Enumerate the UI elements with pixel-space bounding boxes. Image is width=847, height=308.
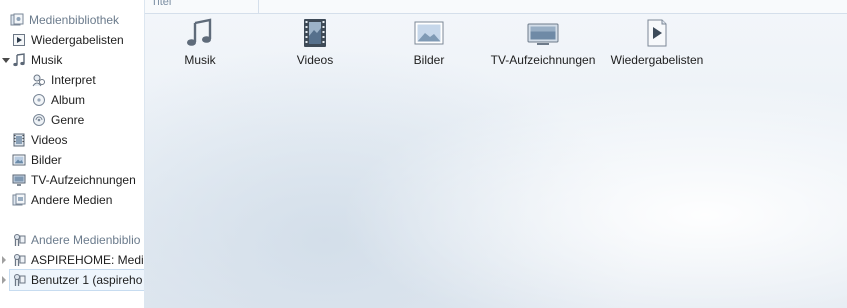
column-title[interactable]: Titel <box>151 0 171 8</box>
picture-icon <box>12 153 26 167</box>
sidebar-item-label: Bilder <box>31 153 62 167</box>
genre-icon <box>32 113 46 127</box>
sidebar-item-label: ASPIREHOME: Media <box>31 253 145 267</box>
sidebar-item-label: Wiedergabelisten <box>31 33 124 47</box>
sidebar-item-label: Genre <box>51 113 85 127</box>
tv-icon <box>12 173 26 187</box>
tile-wiedergabelisten[interactable]: Wiedergabelisten <box>597 18 717 67</box>
sidebar-item-label: Musik <box>31 53 63 67</box>
sidebar-item-tv-aufzeichnungen[interactable]: TV-Aufzeichnungen <box>12 170 136 190</box>
sidebar-item-benutzer-1[interactable]: Benutzer 1 (aspireho <box>9 269 144 291</box>
shared-library-icon <box>12 253 26 267</box>
tv-icon <box>527 18 559 48</box>
playlist-icon <box>641 18 673 48</box>
sidebar-item-label: Medienbibliothek <box>29 13 120 27</box>
sidebar-item-label: TV-Aufzeichnungen <box>31 173 136 187</box>
content-pane: Titel Musik Videos Bilder TV-Aufzeichnun… <box>145 0 847 308</box>
sidebar-item-album[interactable]: Album <box>32 90 85 110</box>
sidebar-item-medienbibliothek[interactable]: Medienbibliothek <box>10 10 119 30</box>
expand-arrow-icon[interactable] <box>2 256 6 264</box>
sidebar-item-andere-medienbibliotheken[interactable]: Andere Medienbiblio <box>12 230 140 250</box>
sidebar-item-bilder[interactable]: Bilder <box>12 150 62 170</box>
tile-label: Wiedergabelisten <box>610 53 704 67</box>
tile-label: Bilder <box>413 53 445 67</box>
sidebar-item-label: Andere Medien <box>31 193 113 207</box>
tile-label: TV-Aufzeichnungen <box>490 53 596 67</box>
expand-arrow-icon[interactable] <box>2 276 6 284</box>
sidebar-item-andere-medien[interactable]: Andere Medien <box>12 190 112 210</box>
tile-tv-aufzeichnungen[interactable]: TV-Aufzeichnungen <box>483 18 603 67</box>
expand-arrow-icon[interactable] <box>2 58 10 63</box>
sidebar-item-label: Benutzer 1 (aspireho <box>31 273 143 287</box>
navigation-pane: Medienbibliothek Wiedergabelisten Musik … <box>0 0 145 308</box>
sidebar-item-genre[interactable]: Genre <box>32 110 84 130</box>
film-icon <box>299 18 331 48</box>
tile-videos[interactable]: Videos <box>255 18 375 67</box>
tile-label: Videos <box>296 53 334 67</box>
music-note-icon <box>184 18 216 48</box>
sidebar-item-label: Album <box>51 93 86 107</box>
sidebar-item-interpret[interactable]: Interpret <box>32 70 96 90</box>
sidebar-item-wiedergabelisten[interactable]: Wiedergabelisten <box>12 30 124 50</box>
artist-icon <box>32 73 46 87</box>
shared-library-icon <box>12 273 26 287</box>
library-icon <box>10 13 24 27</box>
video-icon <box>12 133 26 147</box>
picture-icon <box>413 18 445 48</box>
column-separator[interactable] <box>258 0 259 13</box>
sidebar-item-label: Andere Medienbiblio <box>31 233 141 247</box>
sidebar-item-aspirehome[interactable]: ASPIREHOME: Media <box>12 250 145 270</box>
tile-label: Musik <box>184 53 216 67</box>
tile-bilder[interactable]: Bilder <box>369 18 489 67</box>
media-player-window: Medienbibliothek Wiedergabelisten Musik … <box>0 0 847 308</box>
music-note-icon <box>12 53 26 67</box>
shared-library-icon <box>12 233 26 247</box>
sidebar-item-label: Videos <box>31 133 68 147</box>
column-header[interactable]: Titel <box>145 0 847 14</box>
sidebar-item-label: Interpret <box>51 73 96 87</box>
album-icon <box>32 93 46 107</box>
other-media-icon <box>12 193 26 207</box>
sidebar-item-musik[interactable]: Musik <box>12 50 62 70</box>
playlist-icon <box>12 33 26 47</box>
sidebar-item-videos[interactable]: Videos <box>12 130 67 150</box>
tile-musik[interactable]: Musik <box>145 18 260 67</box>
